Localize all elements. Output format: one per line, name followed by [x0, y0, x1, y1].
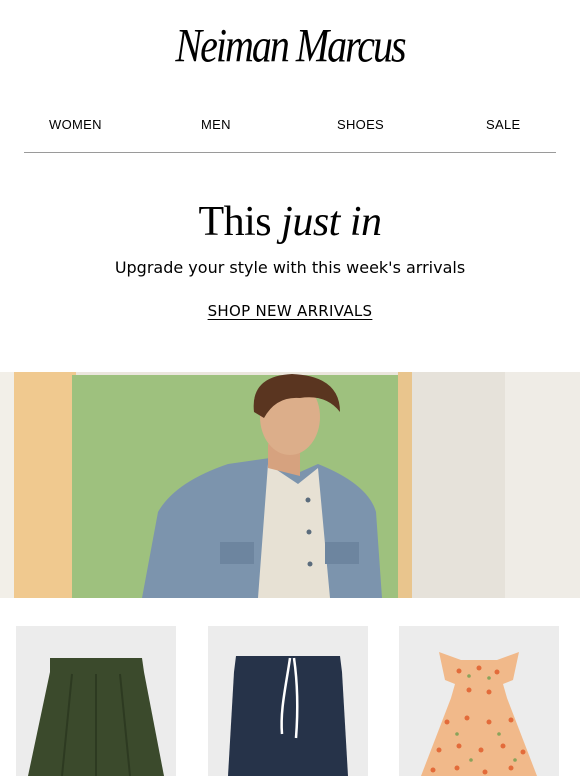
floral-dress-image [421, 652, 537, 776]
nav-item-women[interactable]: WOMEN [49, 117, 102, 132]
nav-item-sale[interactable]: SALE [486, 117, 520, 132]
brand-logo[interactable]: Neiman Marcus [0, 18, 580, 73]
shop-new-arrivals-link[interactable]: SHOP NEW ARRIVALS [208, 302, 373, 320]
promo-subline: Upgrade your style with this week's arri… [114, 258, 466, 277]
promo-headline: This just in [0, 198, 580, 246]
nav-divider [24, 152, 556, 153]
nav-item-shoes[interactable]: SHOES [337, 117, 384, 132]
navy-drawstring-skirt-image [228, 656, 348, 776]
green-pleated-skirt-image [28, 658, 164, 776]
hero-image[interactable] [0, 372, 580, 598]
headline-plain: This [198, 199, 272, 245]
hero-illustration [0, 372, 580, 598]
product-card[interactable] [16, 626, 176, 776]
nav-item-men[interactable]: MEN [201, 117, 231, 132]
headline-italic: just in [281, 199, 382, 245]
product-card[interactable] [208, 626, 368, 776]
product-card[interactable] [399, 626, 559, 776]
main-nav: WOMEN MEN SHOES SALE [0, 117, 580, 133]
